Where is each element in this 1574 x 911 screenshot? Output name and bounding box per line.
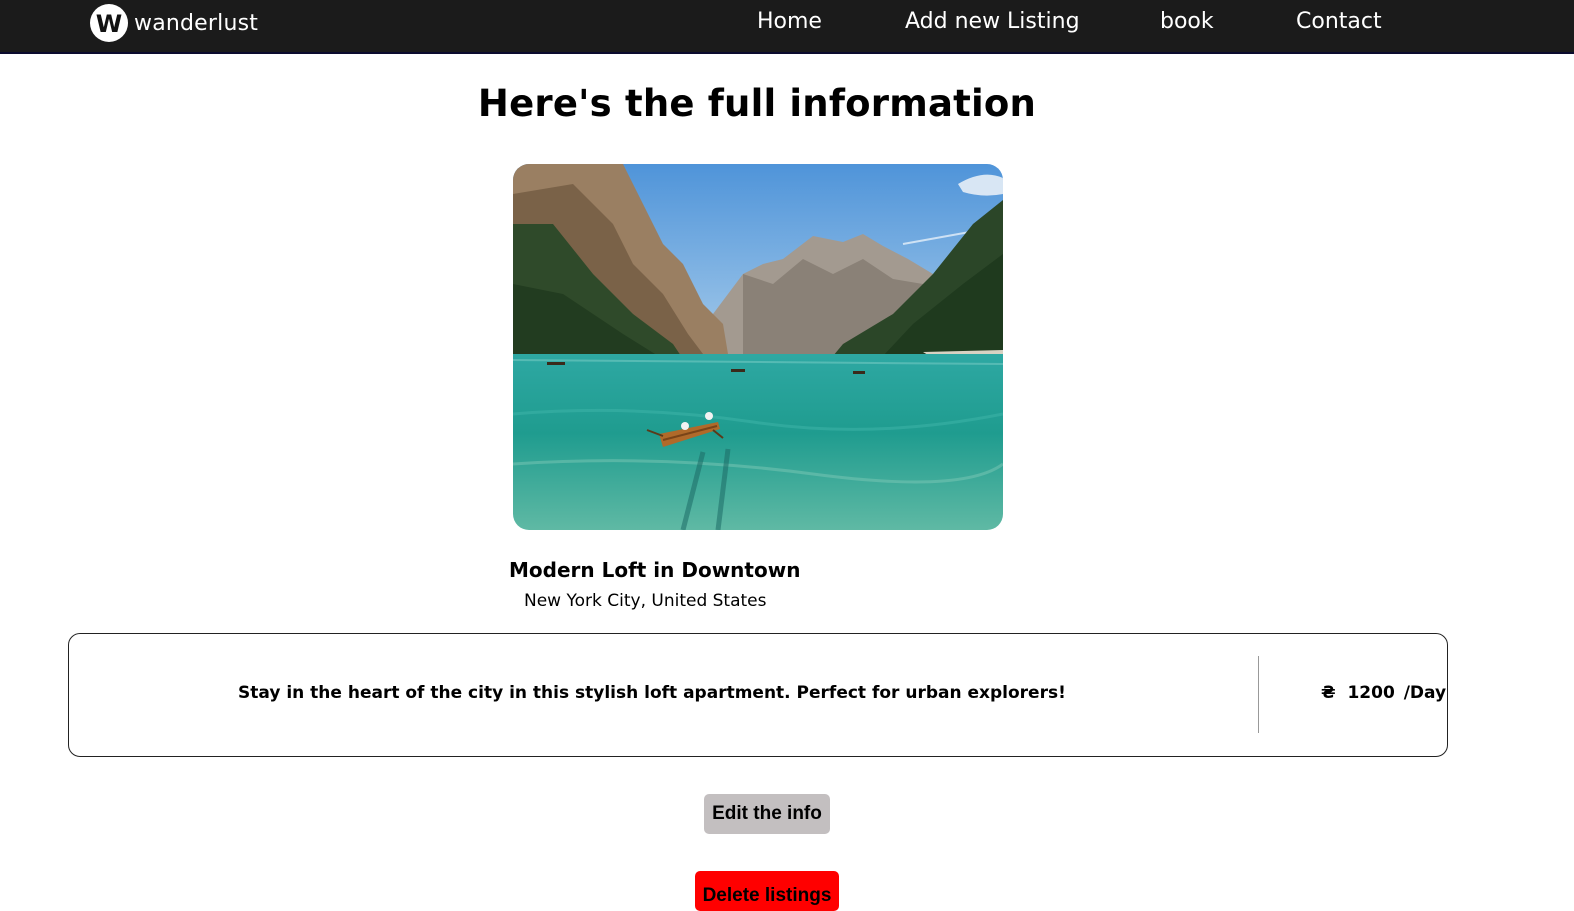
price-value: 1200	[1347, 683, 1395, 703]
top-navbar: W wanderlust Home Add new Listing book C…	[0, 0, 1574, 54]
brand[interactable]: W wanderlust	[90, 4, 258, 42]
card-divider	[1258, 656, 1259, 733]
edit-info-button[interactable]: Edit the info	[704, 794, 830, 834]
brand-name: wanderlust	[134, 10, 259, 36]
listing-image	[513, 164, 1003, 530]
nav-link-book[interactable]: book	[1160, 8, 1214, 36]
nav-link-add-new-listing[interactable]: Add new Listing	[905, 8, 1080, 36]
price-unit: /Day	[1403, 683, 1447, 703]
page-title: Here's the full information	[477, 82, 1037, 125]
currency-icon: ₴	[1321, 683, 1336, 703]
wanderlust-logo-icon: W	[90, 4, 128, 42]
listing-price: ₴ 1200 /Day	[1321, 683, 1446, 703]
landscape-photo-icon	[513, 164, 1003, 530]
logo-letter: W	[95, 9, 123, 38]
listing-description: Stay in the heart of the city in this st…	[238, 683, 1066, 703]
nav-link-home[interactable]: Home	[757, 8, 822, 36]
nav-link-contact[interactable]: Contact	[1296, 8, 1382, 36]
listing-title: Modern Loft in Downtown	[509, 558, 801, 582]
listing-location: New York City, United States	[524, 591, 767, 611]
delete-listing-button[interactable]: Delete listings	[695, 871, 839, 911]
listing-info-card: Stay in the heart of the city in this st…	[68, 633, 1448, 757]
